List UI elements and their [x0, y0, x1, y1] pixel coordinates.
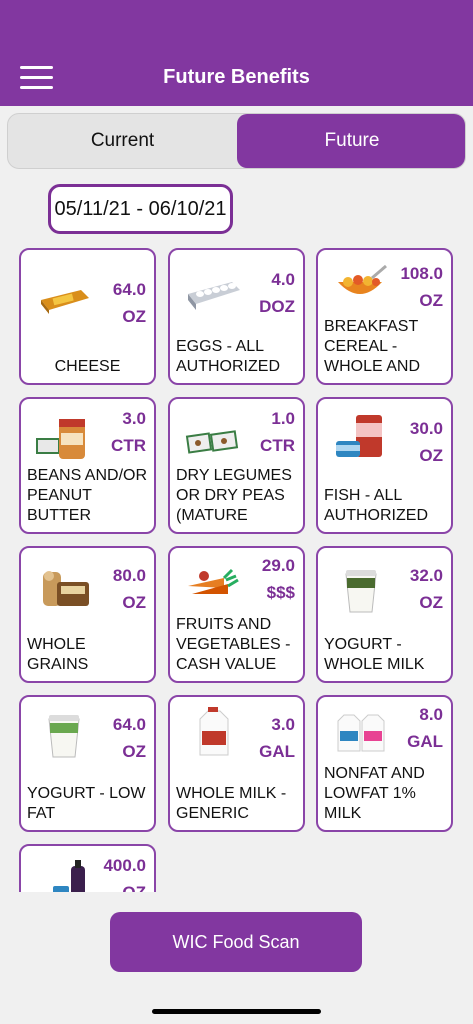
benefit-amount: 64.0: [112, 715, 146, 734]
benefit-amount: 32.0: [409, 566, 443, 585]
benefit-unit: OZ: [419, 291, 443, 310]
benefit-card[interactable]: 3.0 CTR BEANS AND/OR PEANUT BUTTER: [19, 397, 156, 534]
benefit-unit: DOZ: [259, 297, 295, 316]
benefit-name: CHEESE: [54, 358, 121, 375]
benefit-card[interactable]: 64.0 OZ YOGURT - LOW FAT: [19, 695, 156, 832]
benefit-amount: 8.0: [419, 705, 443, 724]
benefit-unit: $$$: [266, 583, 295, 602]
benefit-amount: 80.0: [112, 566, 146, 585]
benefit-card[interactable]: 29.0 $$$ FRUITS AND VEGETABLES - CASH VAL…: [168, 546, 305, 683]
benefit-name: DRY LEGUMES OR DRY PEAS (MATURE: [176, 467, 292, 524]
benefit-unit: GAL: [259, 742, 295, 761]
benefit-unit: CTR: [260, 436, 295, 455]
benefit-name: NONFAT AND LOWFAT 1% MILK: [324, 765, 425, 822]
benefit-amount: 64.0: [112, 280, 146, 299]
app-header: Future Benefits: [0, 0, 473, 106]
benefit-unit: OZ: [122, 593, 146, 612]
tab-future[interactable]: Future: [237, 114, 465, 168]
benefit-card[interactable]: 80.0 OZ WHOLE GRAINS: [19, 546, 156, 683]
benefit-card[interactable]: 30.0 OZ FISH - ALL AUTHORIZED: [316, 397, 453, 534]
benefit-unit: GAL: [407, 732, 443, 751]
benefit-unit: OZ: [76, 879, 146, 892]
benefits-grid: 64.0 OZ CHEESE 4.0 DOZ EGGS - ALL AUTHORIZ…: [0, 240, 473, 892]
benefit-name: WHOLE MILK - GENERIC: [176, 785, 287, 822]
benefit-name: YOGURT - WHOLE MILK: [324, 636, 425, 673]
benefit-amount: 400.0: [103, 856, 146, 875]
benefit-amount: 3.0: [271, 715, 295, 734]
home-indicator: [152, 1009, 321, 1014]
benefit-card[interactable]: 4.0 DOZ EGGS - ALL AUTHORIZED: [168, 248, 305, 385]
benefit-name: WHOLE GRAINS: [27, 636, 89, 673]
benefit-amount: 108.0: [400, 264, 443, 283]
benefit-unit: OZ: [419, 446, 443, 465]
tab-current[interactable]: Current: [8, 114, 237, 168]
benefit-amount: 30.0: [409, 419, 443, 438]
benefit-unit: OZ: [419, 593, 443, 612]
benefit-card[interactable]: 8.0 GAL NONFAT AND LOWFAT 1% MILK: [316, 695, 453, 832]
wic-food-scan-button[interactable]: WIC Food Scan: [110, 912, 362, 972]
benefit-name: EGGS - ALL AUTHORIZED: [176, 338, 280, 375]
benefit-unit: OZ: [122, 742, 146, 761]
benefit-name: BREAKFAST CEREAL - WHOLE AND: [324, 318, 421, 375]
benefit-amount: 4.0: [271, 270, 295, 289]
benefit-period-toggle: Current Future: [7, 113, 466, 169]
benefit-unit: CTR: [111, 436, 146, 455]
benefit-name: FISH - ALL AUTHORIZED: [324, 487, 428, 524]
benefit-card[interactable]: 400.0 OZ: [19, 844, 156, 892]
benefit-name: FRUITS AND VEGETABLES - CASH VALUE: [176, 616, 291, 673]
benefit-amount: 29.0: [261, 556, 295, 575]
benefit-amount: 3.0: [122, 409, 146, 428]
benefit-name: BEANS AND/OR PEANUT BUTTER: [27, 467, 148, 524]
benefit-unit: OZ: [122, 307, 146, 326]
benefit-card[interactable]: 3.0 GAL WHOLE MILK - GENERIC: [168, 695, 305, 832]
benefit-name: YOGURT - LOW FAT: [27, 785, 146, 822]
benefit-card[interactable]: 64.0 OZ CHEESE: [19, 248, 156, 385]
benefit-card[interactable]: 32.0 OZ YOGURT - WHOLE MILK: [316, 546, 453, 683]
benefit-card[interactable]: 108.0 OZ BREAKFAST CEREAL - WHOLE AND: [316, 248, 453, 385]
page-title: Future Benefits: [163, 66, 310, 88]
benefit-amount: 1.0: [271, 409, 295, 428]
benefit-card[interactable]: 1.0 CTR DRY LEGUMES OR DRY PEAS (MATURE: [168, 397, 305, 534]
date-range-selector[interactable]: 05/11/21 - 06/10/21: [48, 184, 233, 234]
